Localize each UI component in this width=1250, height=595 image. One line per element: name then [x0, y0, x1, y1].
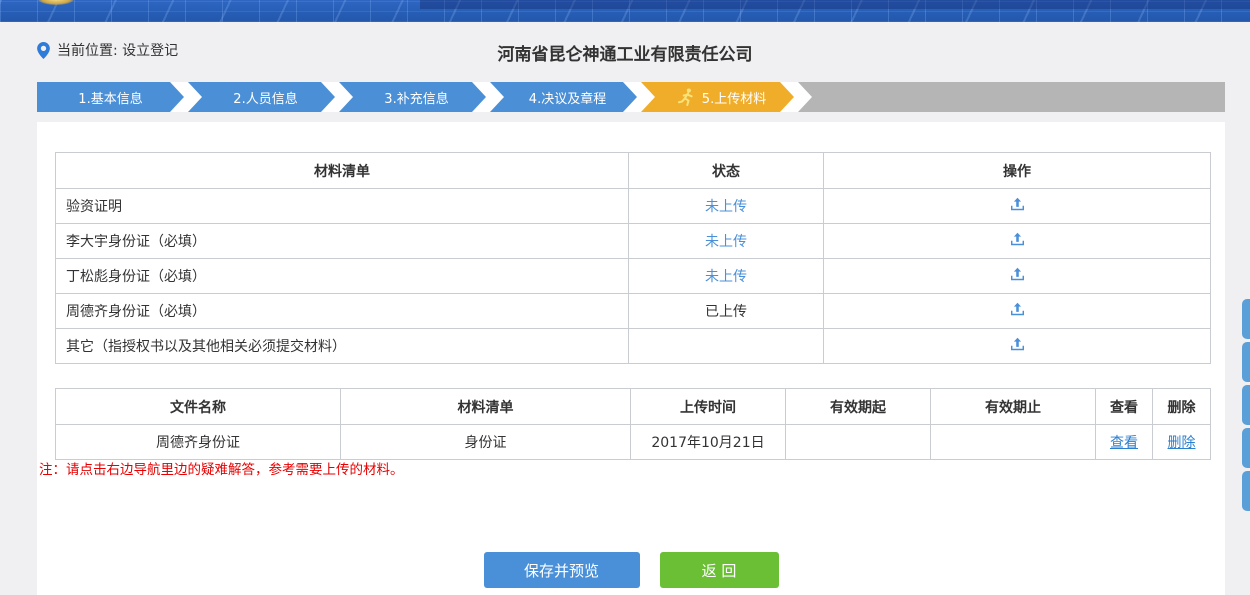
table-row: 丁松彪身份证（必填） 未上传: [56, 259, 1211, 294]
side-nav-tab[interactable]: [1242, 471, 1250, 511]
col-material-list: 材料清单: [341, 389, 631, 425]
upload-icon[interactable]: [1009, 231, 1026, 248]
side-nav-tab[interactable]: [1242, 342, 1250, 382]
table-row: 周德齐身份证 身份证 2017年10月21日 查看 删除: [56, 425, 1211, 460]
step-label: 5.上传材料: [702, 88, 766, 107]
files-header-row: 文件名称 材料清单 上传时间 有效期起 有效期止 查看 删除: [56, 389, 1211, 425]
breadcrumb-label: 当前位置: 设立登记: [57, 40, 178, 60]
col-operation: 操作: [824, 153, 1211, 189]
status-text: 未上传: [629, 259, 824, 294]
table-row: 验资证明 未上传: [56, 189, 1211, 224]
file-valid-to: [931, 425, 1096, 460]
materials-header-row: 材料清单 状态 操作: [56, 153, 1211, 189]
col-view: 查看: [1096, 389, 1153, 425]
uploaded-files-table: 文件名称 材料清单 上传时间 有效期起 有效期止 查看 删除 周德齐身份证 身份…: [55, 388, 1211, 460]
step-tab-personnel-info[interactable]: 2.人员信息: [188, 82, 335, 112]
col-valid-to: 有效期止: [931, 389, 1096, 425]
upload-icon[interactable]: [1009, 336, 1026, 353]
action-buttons: 保存并预览 返 回: [37, 552, 1225, 588]
status-text: 未上传: [629, 224, 824, 259]
page-title: 河南省昆仑神通工业有限责任公司: [0, 40, 1250, 65]
materials-table: 材料清单 状态 操作 验资证明 未上传 李大宇身份证（必填） 未上传: [55, 152, 1211, 364]
col-delete: 删除: [1153, 389, 1211, 425]
step-label: 1.基本信息: [78, 88, 142, 107]
status-text: [629, 329, 824, 364]
upload-icon[interactable]: [1009, 266, 1026, 283]
step-label: 4.决议及章程: [529, 88, 606, 107]
file-valid-from: [786, 425, 931, 460]
view-link[interactable]: 查看: [1110, 435, 1138, 451]
table-row: 其它（指授权书以及其他相关必须提交材料）: [56, 329, 1211, 364]
col-status: 状态: [629, 153, 824, 189]
upload-icon[interactable]: [1009, 301, 1026, 318]
location-pin-icon: [37, 42, 50, 59]
top-banner: [0, 0, 1250, 22]
step-label: 2.人员信息: [233, 88, 297, 107]
upload-icon[interactable]: [1009, 196, 1026, 213]
material-name: 李大宇身份证（必填）: [56, 224, 629, 259]
file-material: 身份证: [341, 425, 631, 460]
step-tab-basic-info[interactable]: 1.基本信息: [37, 82, 184, 112]
file-upload-time: 2017年10月21日: [631, 425, 786, 460]
col-valid-from: 有效期起: [786, 389, 931, 425]
step-tab-upload-materials[interactable]: 5.上传材料: [641, 82, 794, 112]
step-label: 3.补充信息: [384, 88, 448, 107]
status-text: 已上传: [629, 294, 824, 329]
note-text: 注：请点击右边导航里边的疑难解答，参考需要上传的材料。: [39, 458, 404, 478]
save-preview-button[interactable]: 保存并预览: [484, 552, 640, 588]
side-nav-tab[interactable]: [1242, 385, 1250, 425]
material-name: 验资证明: [56, 189, 629, 224]
step-tab-resolution-charter[interactable]: 4.决议及章程: [490, 82, 637, 112]
delete-link[interactable]: 删除: [1168, 435, 1196, 451]
col-file-name: 文件名称: [56, 389, 341, 425]
step-tab-supplementary-info[interactable]: 3.补充信息: [339, 82, 486, 112]
col-material-list: 材料清单: [56, 153, 629, 189]
material-name: 丁松彪身份证（必填）: [56, 259, 629, 294]
col-upload-time: 上传时间: [631, 389, 786, 425]
banner-dark-band: [420, 0, 1250, 9]
runner-icon: [677, 87, 696, 108]
material-name: 周德齐身份证（必填）: [56, 294, 629, 329]
file-name: 周德齐身份证: [56, 425, 341, 460]
back-button[interactable]: 返 回: [660, 552, 779, 588]
step-bar: 1.基本信息 2.人员信息 3.补充信息 4.决议及章程 5.上传材料: [37, 82, 1225, 112]
status-text: 未上传: [629, 189, 824, 224]
side-nav-tab[interactable]: [1242, 428, 1250, 468]
table-row: 李大宇身份证（必填） 未上传: [56, 224, 1211, 259]
table-row: 周德齐身份证（必填） 已上传: [56, 294, 1211, 329]
side-nav: [1242, 299, 1250, 511]
main-panel: 材料清单 状态 操作 验资证明 未上传 李大宇身份证（必填） 未上传: [37, 122, 1225, 595]
step-bar-filler: [798, 82, 1225, 112]
material-name: 其它（指授权书以及其他相关必须提交材料）: [56, 329, 629, 364]
side-nav-tab[interactable]: [1242, 299, 1250, 339]
breadcrumb: 当前位置: 设立登记: [37, 38, 178, 62]
